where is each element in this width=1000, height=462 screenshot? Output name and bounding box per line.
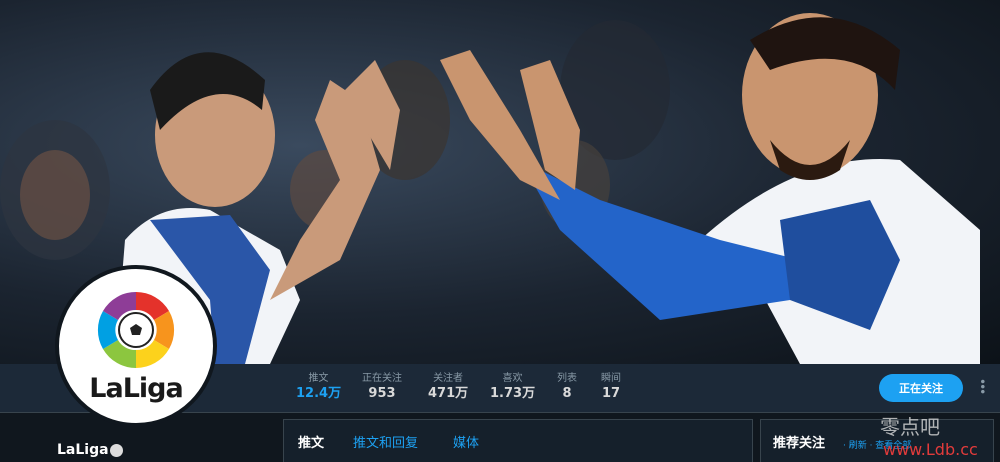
laliga-logo-icon: [97, 291, 175, 368]
stat-likes[interactable]: 喜欢 1.73万: [490, 373, 535, 403]
stat-label: 正在关注: [362, 373, 402, 384]
stat-lists[interactable]: 列表 8: [557, 373, 577, 403]
stat-value: 953: [368, 386, 396, 401]
stat-moments[interactable]: 瞬间 17: [601, 373, 621, 403]
stat-label: 推文: [308, 373, 329, 384]
stat-value: 17: [601, 386, 621, 401]
verified-badge-icon: [110, 444, 123, 457]
following-button[interactable]: 正在关注: [879, 374, 963, 402]
stat-value: 12.4万: [296, 386, 342, 401]
watermark-cn-text: 零点吧: [880, 415, 940, 439]
watermark-url-text: www.Ldb.cc: [883, 440, 978, 459]
stat-label: 喜欢: [502, 373, 523, 384]
stat-value: 1.73万: [490, 386, 536, 401]
tab-tweets[interactable]: 推文: [298, 432, 324, 451]
stat-value: 471万: [428, 386, 469, 401]
stat-label: 瞬间: [601, 373, 621, 384]
tab-media[interactable]: 媒体: [453, 432, 479, 451]
stat-tweets[interactable]: 推文 12.4万: [285, 373, 352, 416]
tab-tweets-replies[interactable]: 推文和回复: [353, 432, 418, 451]
stat-following[interactable]: 正在关注 953: [362, 373, 402, 403]
who-to-follow-title: 推荐关注: [773, 436, 826, 451]
timeline-tabs: 推文 推文和回复 媒体: [283, 419, 753, 462]
avatar-logo-text: LaLiga: [89, 372, 183, 404]
more-options-icon[interactable]: •••: [975, 378, 989, 393]
stat-value: 8: [562, 386, 572, 401]
stat-label: 关注者: [433, 373, 464, 384]
profile-avatar[interactable]: LaLiga: [55, 265, 217, 427]
stat-label: 列表: [557, 373, 577, 384]
profile-name[interactable]: LaLiga: [57, 442, 109, 458]
stat-followers[interactable]: 关注者 471万: [428, 373, 468, 403]
